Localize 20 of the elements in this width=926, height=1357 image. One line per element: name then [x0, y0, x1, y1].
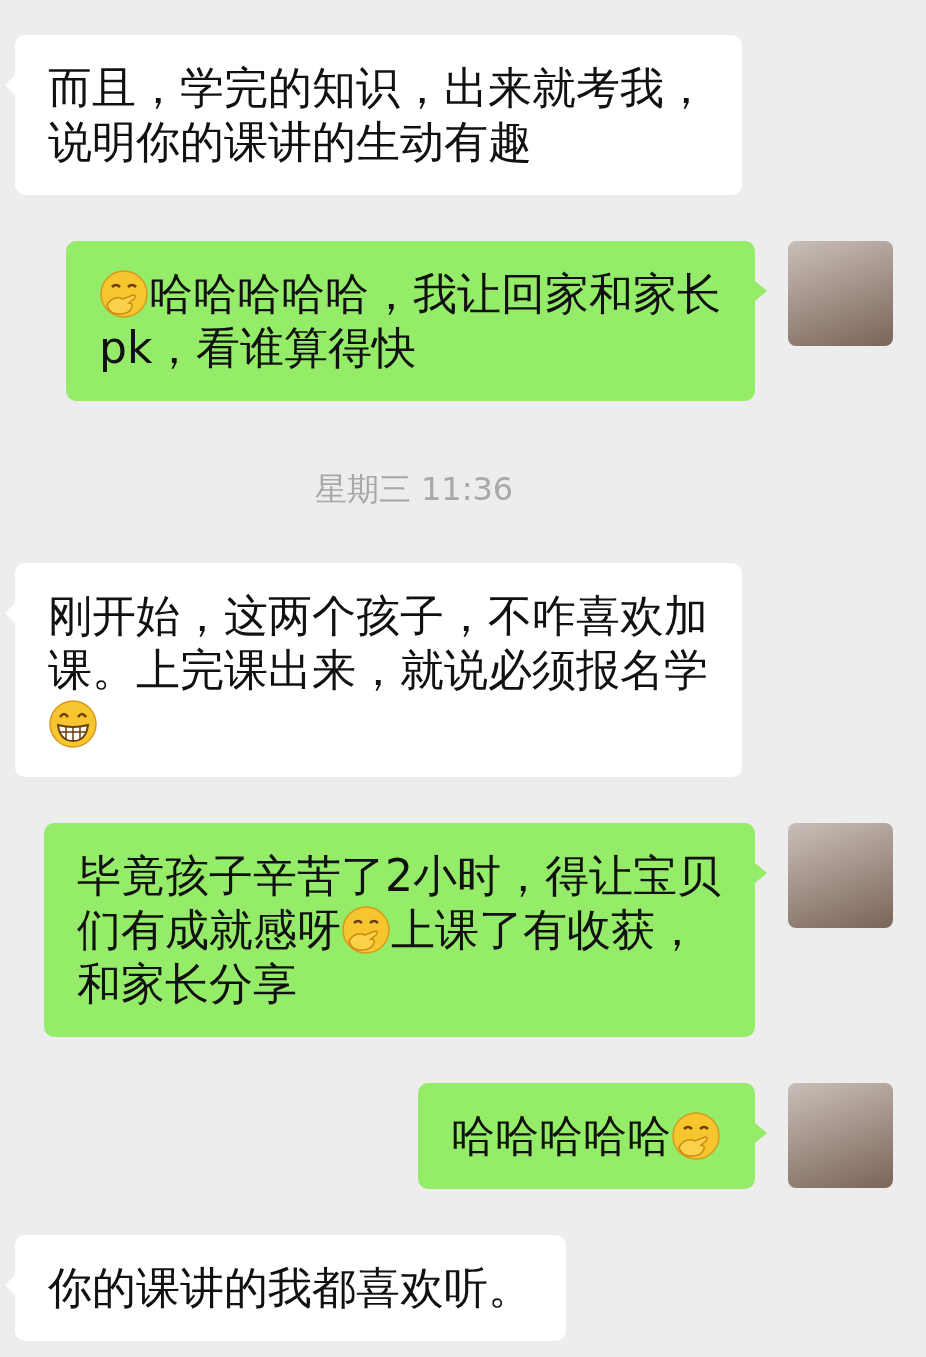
message-text: 你的课讲的我都喜欢听。 [48, 1261, 532, 1315]
hand-over-mouth-emoji-icon [99, 269, 149, 319]
avatar-photo[interactable] [788, 1083, 893, 1188]
hand-over-mouth-emoji-icon [671, 1111, 721, 1161]
message-text: 毕竟孩子辛苦了2小时，得让宝贝 [77, 849, 721, 903]
message-text: 哈哈哈哈哈，我让回家和家长 [149, 267, 721, 321]
message-text: 和家长分享 [77, 957, 297, 1011]
message-text: 们有成就感呀 [77, 903, 341, 957]
message-text: 上课了有收获， [391, 903, 699, 957]
message-text: pk，看谁算得快 [99, 321, 417, 375]
hand-over-mouth-emoji-icon [341, 905, 391, 955]
grinning-face-emoji-icon [48, 699, 98, 749]
message-text: 说明你的课讲的生动有趣 [48, 115, 532, 169]
message-text: 刚开始，这两个孩子，不咋喜欢加 [48, 589, 708, 643]
avatar-photo[interactable] [788, 241, 893, 346]
message-text: 哈哈哈哈哈 [451, 1109, 671, 1163]
timestamp: 星期三 11:36 [314, 469, 514, 509]
message-text: 课。上完课出来，就说必须报名学 [48, 643, 708, 697]
avatar-photo[interactable] [788, 823, 893, 928]
message-text: 而且，学完的知识，出来就考我， [48, 61, 708, 115]
